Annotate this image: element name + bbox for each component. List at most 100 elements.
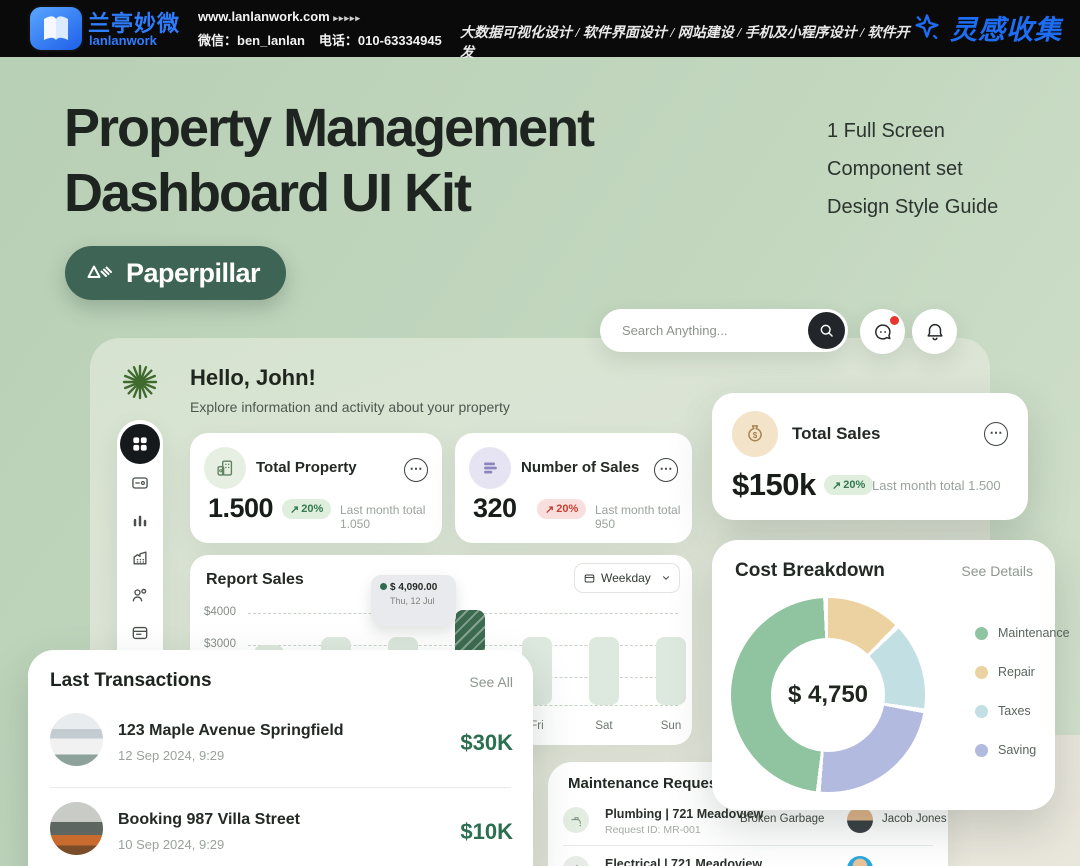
feature-item: 1 Full Screen [827,112,998,150]
search-placeholder: Search Anything... [622,323,728,338]
trend-badge: ↗20% [824,475,873,495]
transaction-name: Booking 987 Villa Street [118,811,300,829]
report-bar-sat[interactable] [589,637,619,705]
cost-donut-chart: $ 4,750 [731,598,925,792]
money-bag-icon: $ [742,421,768,447]
legend-item: Maintenance [975,626,1070,640]
trend-badge: ↗20% [537,499,586,519]
wechat-id: 微信：ben_lanlan [198,33,305,48]
messages-button[interactable] [860,309,905,354]
search-button[interactable] [808,312,845,349]
legend-item: Repair [975,665,1035,679]
contact-info: 微信：ben_lanlan电话：010-63334945 [198,30,456,49]
chart-bars-icon [130,511,150,531]
hero-title: Property Management Dashboard UI Kit [64,96,593,226]
last-transactions-card: Last Transactions See All 123 Maple Aven… [28,650,533,866]
transaction-amount: $10K [460,819,513,845]
day-label: Sun [651,720,691,732]
divider [563,845,933,846]
chevron-down-icon [661,573,671,583]
chart-tooltip: $ 4,090.00 Thu, 12 Jul [371,575,456,626]
see-all-link[interactable]: See All [469,674,513,690]
feature-item: Component set [827,150,998,188]
weekday-dropdown[interactable]: Weekday [574,563,680,593]
trend-badge: ↗20% [282,499,331,519]
see-details-link[interactable]: See Details [961,563,1033,579]
stat-value: 320 [473,493,517,524]
report-sales-title: Report Sales [206,571,304,589]
sparkle-icon [910,11,944,45]
property-photo [50,802,103,855]
search-bar[interactable]: Search Anything... [600,309,848,352]
dashboard-grid-icon [130,434,150,454]
chat-icon [872,321,894,343]
sidebar-item-tenants[interactable] [129,584,151,606]
services-list: 大数据可视化设计 / 软件界面设计 / 网站建设 / 手机及小程序设计 / 软件… [460,22,910,62]
transactions-title: Last Transactions [50,670,212,692]
legend-dot-maintenance [975,627,988,640]
greeting-subtitle: Explore information and activity about y… [190,399,510,415]
maintenance-title: Maintenance Request [568,775,722,792]
assignee-avatar [847,856,873,866]
sales-bars-icon [479,457,501,479]
search-icon [817,321,836,340]
request-type: Electrical | 721 Meadoview [605,857,762,866]
plumbing-icon-circle [563,807,589,833]
property-icon-circle [204,447,246,489]
assignee-name: Jacob Jones [882,813,947,825]
arrows-decor: ▸▸▸▸▸ [333,13,361,23]
card-menu-button[interactable]: ⋯ [654,458,678,482]
card-menu-button[interactable]: ⋯ [404,458,428,482]
transaction-name: 123 Maple Avenue Springfield [118,722,344,740]
y-axis-label: $3000 [204,638,244,650]
donut-total: $ 4,750 [771,638,885,752]
trend-up-icon: ↗ [832,479,841,492]
card-menu-button[interactable]: ⋯ [984,422,1008,446]
assignee-avatar [847,807,873,833]
cost-breakdown-title: Cost Breakdown [735,560,885,582]
top-header-bar: 兰亭妙微 lanlanwork www.lanlanwork.com ▸▸▸▸▸… [0,0,1080,57]
building-icon [130,548,150,568]
sidebar-item-schedule[interactable] [129,622,151,644]
divider [50,787,511,788]
dropdown-value: Weekday [601,571,651,585]
promo-page: 兰亭妙微 lanlanwork www.lanlanwork.com ▸▸▸▸▸… [0,0,1080,866]
paperpillar-logo-icon [85,261,115,285]
greeting-title: Hello, John! [190,365,316,391]
stat-note: Last month total 1.050 [340,503,442,531]
cost-breakdown-card: Cost Breakdown See Details $ 4,750 Maint… [712,540,1055,810]
property-building-icon [214,457,236,479]
notifications-button[interactable] [912,309,957,354]
request-id: Request ID: MR-001 [605,824,701,836]
calendar-icon [130,623,150,643]
sidebar-item-dashboard[interactable] [120,424,160,464]
bolt-icon [570,863,583,866]
legend-dot-taxes [975,705,988,718]
trend-up-icon: ↗ [290,503,299,516]
brand-right-label: 灵感收集 [950,8,1062,47]
stat-value: 1.500 [208,493,273,524]
sidebar-item-analytics[interactable] [129,510,151,532]
feature-list: 1 Full Screen Component set Design Style… [827,112,998,226]
report-bar-sun[interactable] [656,637,686,705]
users-icon [130,585,150,605]
sidebar-item-properties[interactable] [129,547,151,569]
feature-item: Design Style Guide [827,188,998,226]
total-sales-card: $ Total Sales ⋯ $150k ↗20% Last month to… [712,393,1028,520]
tooltip-dot-icon [380,583,387,590]
property-photo [50,713,103,766]
stat-title: Total Sales [792,424,881,444]
legend-dot-repair [975,666,988,679]
transaction-date: 10 Sep 2024, 9:29 [118,837,224,852]
electrical-icon-circle [563,856,589,866]
stat-value: $150k [732,467,816,503]
faucet-icon [569,813,584,828]
stat-note: Last month total 950 [595,503,692,531]
website-url[interactable]: www.lanlanwork.com ▸▸▸▸▸ [198,9,361,24]
stat-title: Number of Sales [521,459,639,476]
sidebar-item-cards[interactable] [129,472,151,494]
calendar-icon [583,572,596,585]
book-icon [30,7,82,50]
y-axis-label: $4000 [204,606,244,618]
sales-icon-circle [469,447,511,489]
